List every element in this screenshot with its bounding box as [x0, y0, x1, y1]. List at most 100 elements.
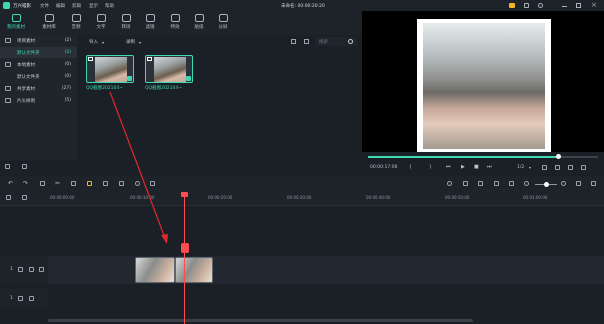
speaker-icon[interactable] — [39, 267, 44, 272]
frame-next-icon[interactable]: } — [429, 165, 432, 170]
zoom-slider-handle[interactable] — [544, 182, 549, 187]
main-toolbar: 我的素材 素材库 音频 文字 转场 滤镜 特效 贴纸 分屏 — [0, 11, 362, 35]
fullscreen-icon[interactable] — [542, 165, 547, 170]
add-track-icon[interactable] — [447, 181, 452, 186]
playhead-handle[interactable] — [181, 192, 188, 197]
video-clip-1[interactable] — [135, 257, 175, 283]
sidebar-item-default-folder[interactable]: 默认文件夹 (2) — [0, 47, 77, 58]
menu-file[interactable]: 文件 — [40, 3, 49, 9]
sidebar-item-shared-media[interactable]: 共享素材 (27) — [0, 83, 77, 94]
media-thumb-1-label: QQ截图202104~ — [86, 86, 124, 91]
open-folder-icon[interactable] — [22, 164, 27, 169]
media-thumb-2[interactable] — [145, 55, 193, 83]
lock-icon[interactable] — [18, 267, 23, 272]
notification-icon[interactable] — [524, 3, 529, 8]
ruler-tick: 00:00:50:00 — [445, 195, 470, 200]
split-marker-icon[interactable] — [181, 243, 189, 253]
sticker-icon — [194, 14, 204, 22]
speaker-icon[interactable] — [29, 296, 34, 301]
check-icon — [127, 76, 132, 81]
snapshot-icon[interactable] — [555, 165, 560, 170]
timer-icon[interactable] — [135, 181, 140, 186]
playhead[interactable] — [184, 192, 185, 324]
check-icon — [186, 76, 191, 81]
preview-progress-track[interactable] — [368, 154, 598, 159]
crop-icon[interactable] — [71, 181, 76, 186]
video-clip-2[interactable] — [175, 257, 213, 283]
fit-icon[interactable] — [576, 181, 581, 186]
new-folder-icon[interactable] — [5, 164, 10, 169]
preview-progress-fill — [368, 156, 558, 158]
filter-icon[interactable] — [291, 39, 296, 44]
zoom-slider[interactable] — [535, 182, 557, 187]
tab-media-library[interactable]: 素材库 — [39, 14, 59, 30]
record-dropdown[interactable]: 录制 ▾ — [126, 38, 154, 46]
color-icon[interactable] — [87, 181, 92, 186]
sidebar-item-intro-samples[interactable]: 片头样例 (5) — [0, 95, 77, 106]
tab-split-screen[interactable]: 分屏 — [213, 14, 233, 30]
minimize-icon[interactable] — [562, 6, 567, 7]
link-icon[interactable] — [22, 195, 27, 200]
lock-icon[interactable] — [18, 296, 23, 301]
play-icon[interactable]: ▶ — [461, 164, 465, 170]
sidebar-item-default-folder-local[interactable]: 默认文件夹 (0) — [0, 71, 77, 82]
panel-toggle-icon[interactable] — [591, 181, 596, 186]
speed-icon[interactable] — [103, 181, 108, 186]
mixer-icon[interactable] — [509, 181, 514, 186]
zoom-out-icon[interactable] — [524, 181, 529, 186]
preview-frame — [417, 19, 551, 153]
playback-ratio[interactable]: 1/2 — [517, 165, 524, 170]
add-track-row-icon[interactable] — [6, 195, 11, 200]
maximize-icon[interactable] — [576, 3, 581, 8]
folder-icon — [5, 38, 11, 43]
close-icon[interactable]: × — [591, 1, 597, 9]
marker-icon[interactable] — [150, 181, 155, 186]
edit-icon[interactable] — [119, 181, 124, 186]
search-input[interactable]: 搜索 — [315, 37, 357, 46]
crown-icon[interactable] — [509, 3, 515, 8]
skip-back-icon[interactable]: ⏮ — [446, 164, 451, 170]
grid-view-icon[interactable] — [304, 39, 309, 44]
skip-forward-icon[interactable]: ⏭ — [487, 164, 492, 170]
sidebar-item-project-media[interactable]: 项目素材 (2) — [0, 35, 77, 46]
video-track[interactable] — [48, 256, 604, 284]
menu-help[interactable]: 帮助 — [105, 3, 114, 9]
tab-my-media[interactable]: 我的素材 — [6, 14, 26, 30]
preview-controls: 00:00:17:06 { } ⏮ ▶ ■ ⏭ 1/2 ▾ — [362, 152, 604, 176]
menu-edit[interactable]: 编辑 — [56, 3, 65, 9]
sidebar-item-local-media[interactable]: 本地素材 (0) — [0, 59, 77, 70]
shield-icon[interactable] — [463, 181, 468, 186]
ruler-tick: 00:00:10:00 — [130, 195, 155, 200]
timeline-scrollbar[interactable] — [48, 319, 473, 322]
eye-icon[interactable] — [29, 267, 34, 272]
delete-icon[interactable] — [40, 181, 45, 186]
tab-filter[interactable]: 滤镜 — [140, 14, 160, 30]
media-thumb-1[interactable] — [86, 55, 134, 83]
scissors-icon[interactable]: ✂ — [55, 180, 60, 187]
redo-icon[interactable]: ↷ — [23, 180, 28, 187]
tab-stickers[interactable]: 贴纸 — [189, 14, 209, 30]
chevron-down-icon[interactable]: ▾ — [529, 165, 531, 170]
tab-transition[interactable]: 转场 — [116, 14, 136, 30]
ruler-tick: 00:00:40:00 — [366, 195, 391, 200]
frame-prev-icon[interactable]: { — [409, 165, 412, 170]
transition-icon — [121, 14, 131, 22]
download-icon[interactable] — [538, 3, 543, 8]
menu-view[interactable]: 显示 — [89, 3, 98, 9]
tab-audio[interactable]: 音频 — [66, 14, 86, 30]
settings-icon[interactable] — [581, 165, 586, 170]
subtitle-icon[interactable] — [494, 181, 499, 186]
undo-icon[interactable]: ↶ — [8, 180, 13, 187]
stop-icon[interactable]: ■ — [474, 164, 479, 170]
audio-track-header: 1 — [0, 289, 48, 309]
microphone-icon[interactable] — [478, 181, 483, 186]
timeline-tracks: 1 1 — [0, 206, 604, 324]
zoom-in-icon[interactable] — [561, 181, 566, 186]
import-dropdown[interactable]: 导入 ▾ — [89, 38, 117, 46]
menu-clip[interactable]: 剪辑 — [72, 3, 81, 9]
tab-effects[interactable]: 特效 — [165, 14, 185, 30]
preview-progress-handle[interactable] — [556, 154, 561, 159]
volume-icon[interactable] — [568, 165, 573, 170]
timeline-ruler[interactable]: 00:00:00:00 00:00:10:00 00:00:20:00 00:0… — [0, 191, 604, 206]
tab-text[interactable]: 文字 — [91, 14, 111, 30]
